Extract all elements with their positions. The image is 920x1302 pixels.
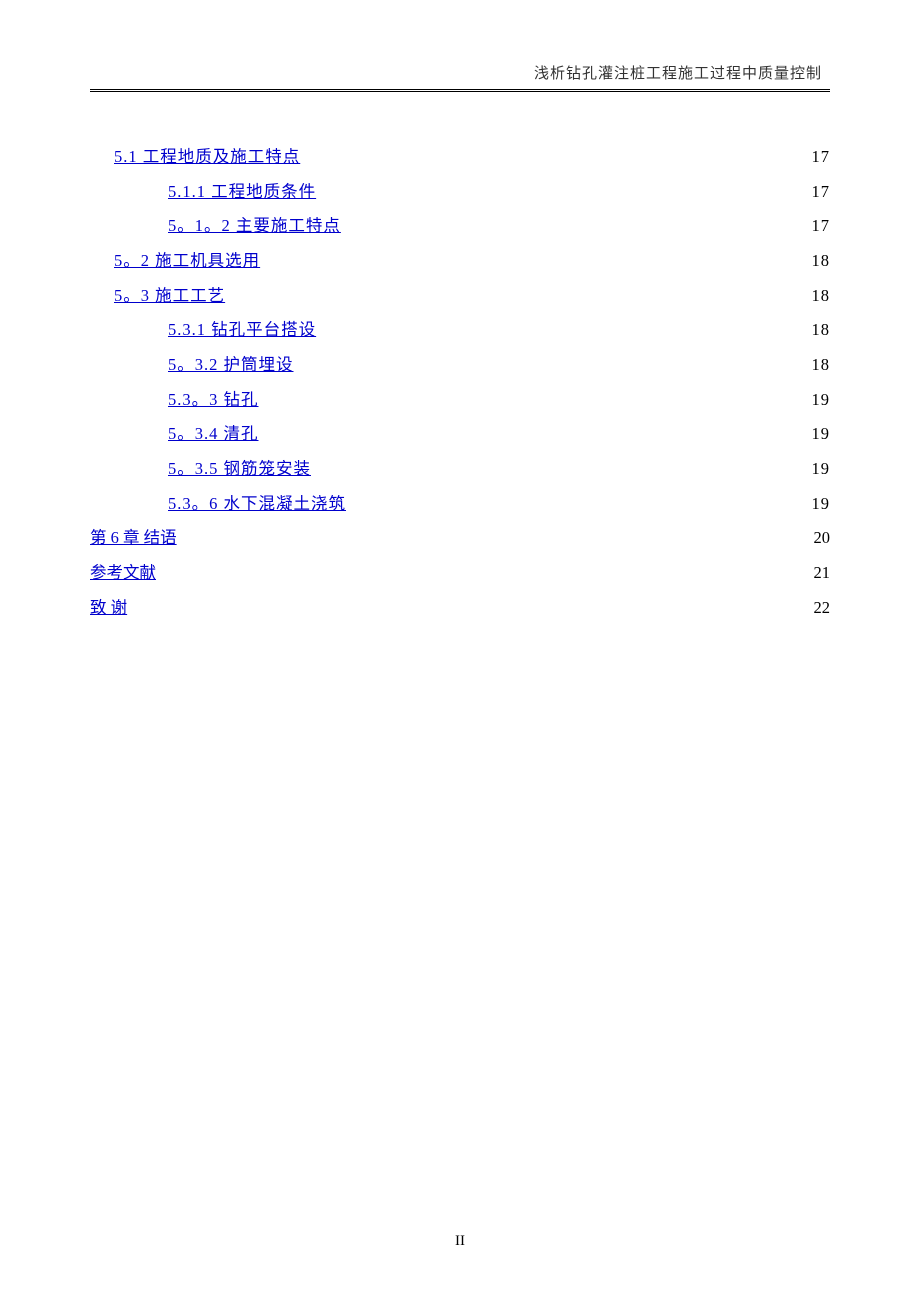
toc-entry: 5。1。2 主要施工特点 17 [90,209,830,243]
toc-entry: 5。3 施工工艺 18 [90,279,830,313]
toc-entry: 参考文献 21 [90,556,830,590]
toc-link[interactable]: 5。3.5 钢筋笼安装 [168,452,311,486]
toc-leader [310,146,806,163]
toc-page-number: 17 [808,209,830,243]
running-header-title: 浅析钻孔灌注桩工程施工过程中质量控制 [90,60,830,83]
toc-entry: 5.1.1 工程地质条件 17 [90,175,830,209]
toc-page-number: 18 [808,244,830,278]
toc-link[interactable]: 5.3。3 钻孔 [168,383,259,417]
toc-page-number: 21 [808,556,830,590]
toc-entry: 5.3.1 钻孔平台搭设 18 [90,313,830,347]
toc-link[interactable]: 5。1。2 主要施工特点 [168,209,341,243]
toc-entry: 5。3.4 清孔 19 [90,417,830,451]
toc-leader [270,249,806,266]
toc-page-number: 19 [808,452,830,486]
toc-link[interactable]: 5.3.1 钻孔平台搭设 [168,313,316,347]
toc-leader [269,388,807,405]
toc-page-number: 22 [808,591,830,625]
toc-page-number: 19 [808,487,830,521]
toc-leader [137,596,806,613]
toc-link[interactable]: 第 6 章 结语 [90,521,177,555]
toc-leader [322,180,806,197]
page-footer-number: II [0,1233,920,1250]
toc-leader [235,284,806,301]
toc-link[interactable]: 致 谢 [90,591,127,625]
toc-link[interactable]: 5.3。6 水下混凝土浇筑 [168,487,346,521]
toc-link[interactable]: 5.1.1 工程地质条件 [168,175,316,209]
toc-entry: 5。2 施工机具选用 18 [90,244,830,278]
toc-page-number: 20 [808,521,830,555]
table-of-contents: 5.1 工程地质及施工特点 17 5.1.1 工程地质条件 17 5。1。2 主… [90,140,830,624]
toc-page-number: 19 [808,383,830,417]
toc-leader [317,457,806,474]
toc-leader [300,353,807,370]
toc-link[interactable]: 5。2 施工机具选用 [114,244,260,278]
toc-link[interactable]: 参考文献 [90,556,156,590]
toc-entry: 第 6 章 结语 20 [90,521,830,555]
toc-page-number: 17 [808,175,830,209]
toc-entry: 5.3。6 水下混凝土浇筑 19 [90,487,830,521]
toc-leader [265,423,807,440]
toc-link[interactable]: 5。3.4 清孔 [168,417,259,451]
toc-link[interactable]: 5.1 工程地质及施工特点 [114,140,300,174]
toc-page-number: 17 [808,140,830,174]
toc-leader [347,215,806,232]
toc-page-number: 18 [808,348,830,382]
toc-link[interactable]: 5。3.2 护筒埋设 [168,348,294,382]
toc-leader [322,319,806,336]
toc-entry: 5。3.2 护筒埋设 18 [90,348,830,382]
toc-link[interactable]: 5。3 施工工艺 [114,279,225,313]
toc-page-number: 19 [808,417,830,451]
toc-page-number: 18 [808,279,830,313]
toc-leader [352,492,806,509]
toc-leader [166,561,806,578]
toc-entry: 5.3。3 钻孔 19 [90,383,830,417]
toc-entry: 致 谢 22 [90,591,830,625]
page: 浅析钻孔灌注桩工程施工过程中质量控制 5.1 工程地质及施工特点 17 5.1.… [0,0,920,685]
toc-entry: 5.1 工程地质及施工特点 17 [90,140,830,174]
toc-leader [183,527,806,544]
header-double-rule [90,89,830,92]
toc-page-number: 18 [808,313,830,347]
toc-entry: 5。3.5 钢筋笼安装 19 [90,452,830,486]
